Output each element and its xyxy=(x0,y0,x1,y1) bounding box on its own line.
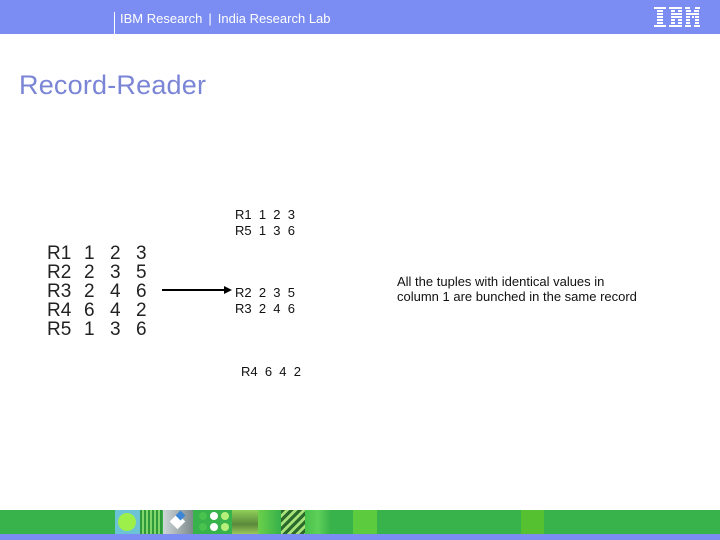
cell: 4 xyxy=(110,300,121,321)
footer-tile-stripes xyxy=(140,510,162,534)
row-id: R1 xyxy=(47,243,72,264)
table-row: R2 2 3 5 xyxy=(47,263,162,282)
note-line: All the tuples with identical values in xyxy=(397,274,605,289)
record-row: R3 2 4 6 xyxy=(235,301,295,316)
cell: 2 xyxy=(84,262,95,283)
cell: 1 xyxy=(84,319,95,340)
header-lab: India Research Lab xyxy=(217,11,331,26)
table-row: R4 6 4 2 xyxy=(47,301,162,320)
table-row: R1 1 2 3 xyxy=(47,244,162,263)
ibm-logo-icon xyxy=(654,7,700,27)
cell: 3 xyxy=(136,243,147,264)
record-row: R5 1 3 6 xyxy=(235,223,295,238)
header-separator: | xyxy=(208,11,212,26)
page-title: Record-Reader xyxy=(19,70,207,100)
note-line: column 1 are bunched in the same record xyxy=(397,289,637,304)
row-id: R5 xyxy=(47,319,72,340)
output-record-3: R4 6 4 2 xyxy=(241,364,301,380)
output-record-1: R1 1 2 3 R5 1 3 6 xyxy=(235,207,295,239)
cell: 6 xyxy=(84,300,95,321)
cell: 6 xyxy=(136,319,147,340)
cell: 2 xyxy=(84,281,95,302)
footer-tile-dots xyxy=(196,510,232,534)
input-table: R1 1 2 3 R2 2 3 5 R3 2 4 6 R4 6 4 2 R5 1… xyxy=(47,244,162,339)
record-row: R2 2 3 5 xyxy=(235,285,295,300)
cell: 6 xyxy=(136,281,147,302)
footer-tile-lime-2 xyxy=(521,510,544,534)
footer-strip xyxy=(0,510,720,534)
cell: 2 xyxy=(136,300,147,321)
footer-tile-mosaic xyxy=(305,510,331,534)
header-title: IBM Research | India Research Lab xyxy=(120,11,331,26)
footer-tile-landscape xyxy=(232,510,258,534)
cell: 3 xyxy=(110,262,121,283)
header-bar: IBM Research | India Research Lab xyxy=(0,0,720,34)
right-arrow-icon xyxy=(162,286,232,294)
footer-tile-diamond xyxy=(163,510,193,534)
header-divider xyxy=(114,12,115,34)
table-row: R5 1 3 6 xyxy=(47,320,162,339)
row-id: R3 xyxy=(47,281,72,302)
record-row: R1 1 2 3 xyxy=(235,207,295,222)
explanation-note: All the tuples with identical values in … xyxy=(397,274,637,304)
footer-bottom-bar xyxy=(0,534,720,540)
footer-tile-lime-1 xyxy=(353,510,377,534)
header-org: IBM Research xyxy=(120,11,203,26)
footer-tile-gradient xyxy=(258,510,280,534)
footer-tile-circle xyxy=(115,510,140,534)
footer-tile-leaf xyxy=(281,510,305,534)
output-record-2: R2 2 3 5 R3 2 4 6 xyxy=(235,285,295,317)
table-row: R3 2 4 6 xyxy=(47,282,162,301)
cell: 1 xyxy=(84,243,95,264)
cell: 3 xyxy=(110,319,121,340)
cell: 2 xyxy=(110,243,121,264)
record-row: R4 6 4 2 xyxy=(241,364,301,379)
row-id: R4 xyxy=(47,300,72,321)
cell: 4 xyxy=(110,281,121,302)
cell: 5 xyxy=(136,262,147,283)
row-id: R2 xyxy=(47,262,72,283)
